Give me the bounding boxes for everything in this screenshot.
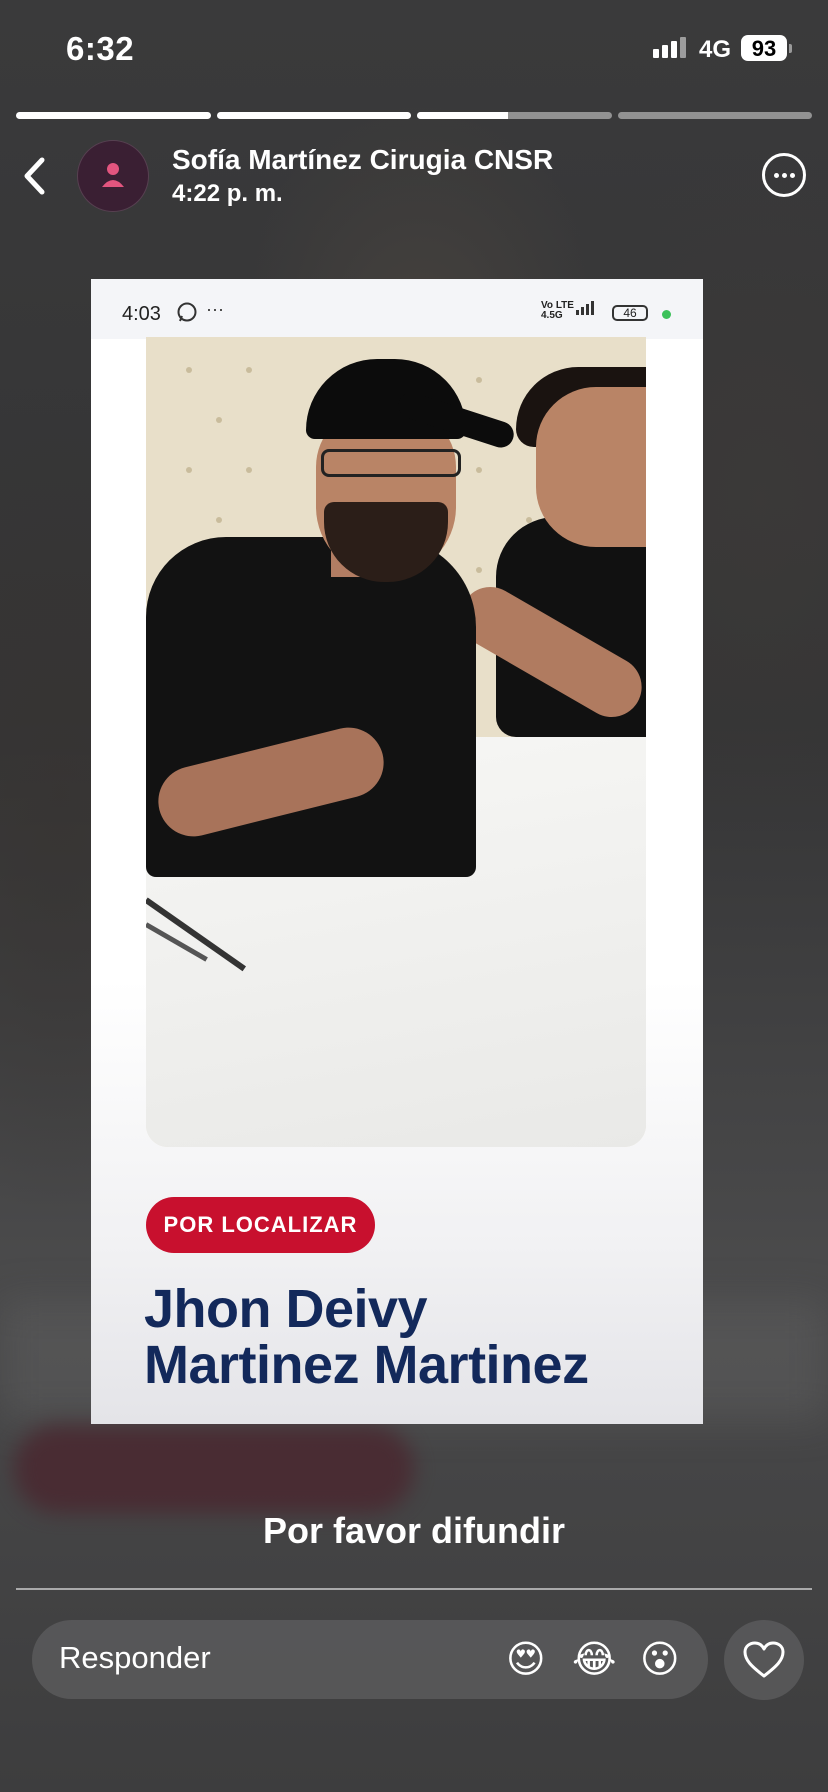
story-progress xyxy=(16,112,812,119)
background-blur-red xyxy=(14,1425,414,1513)
reaction-surprised[interactable]: 😮 xyxy=(640,1637,680,1681)
name-line-1: Jhon Deivy xyxy=(144,1279,428,1339)
story-username[interactable]: Sofía Martínez Cirugia CNSR xyxy=(172,144,553,176)
status-bar: 6:32 4G 93 xyxy=(0,0,828,100)
reaction-laughing[interactable]: 😂 xyxy=(572,1637,616,1681)
story-caption: Por favor difundir xyxy=(262,1510,565,1551)
chevron-left-icon xyxy=(24,157,45,195)
more-options-icon xyxy=(774,173,779,178)
name-line-2: Martinez Martinez xyxy=(144,1335,589,1395)
photo-glasses xyxy=(321,449,461,477)
back-button[interactable] xyxy=(20,156,50,196)
battery-tip xyxy=(789,44,792,53)
more-options-button[interactable] xyxy=(762,153,806,197)
status-time: 6:32 xyxy=(66,30,135,67)
inner-battery-icon: 46 xyxy=(612,305,648,321)
reply-input[interactable]: Responder 😍 😂 😮 xyxy=(32,1620,708,1699)
story-progress-segment xyxy=(617,112,812,119)
photo-woman-face xyxy=(536,387,646,547)
caption-divider xyxy=(16,1588,812,1590)
story-progress-segment xyxy=(16,112,211,119)
person-photo xyxy=(146,337,646,1147)
person-icon xyxy=(102,163,124,187)
status-badge: POR LOCALIZAR xyxy=(146,1197,375,1253)
shared-image: 4:03 ··· Vo LTE 4.5G 46 POR LOCALIZAR Jh… xyxy=(91,279,703,1424)
inner-signal-icon xyxy=(576,301,594,315)
reaction-heart-eyes[interactable]: 😍 xyxy=(506,1637,546,1681)
story-timestamp: 4:22 p. m. xyxy=(172,180,283,207)
missing-person-name: Jhon Deivy Martinez Martinez xyxy=(144,1281,684,1393)
inner-status-bar: 4:03 ··· Vo LTE 4.5G 46 xyxy=(91,279,703,339)
story-header: Sofía Martínez Cirugia CNSR 4:22 p. m. xyxy=(0,140,828,212)
battery-icon: 93 xyxy=(741,35,787,61)
network-label: 4G xyxy=(699,36,732,63)
reply-placeholder: Responder xyxy=(59,1640,211,1675)
like-button[interactable] xyxy=(724,1620,804,1700)
story-progress-segment xyxy=(216,112,411,119)
avatar[interactable] xyxy=(77,140,149,212)
inner-status-dots: ··· xyxy=(206,299,224,319)
signal-icon xyxy=(653,37,686,58)
heart-icon xyxy=(743,1641,785,1678)
story-progress-segment xyxy=(417,112,612,119)
inner-network-label: Vo LTE 4.5G xyxy=(541,300,574,321)
inner-status-time: 4:03 xyxy=(122,303,161,325)
inner-status-dot xyxy=(662,310,671,319)
whatsapp-icon xyxy=(177,302,197,322)
